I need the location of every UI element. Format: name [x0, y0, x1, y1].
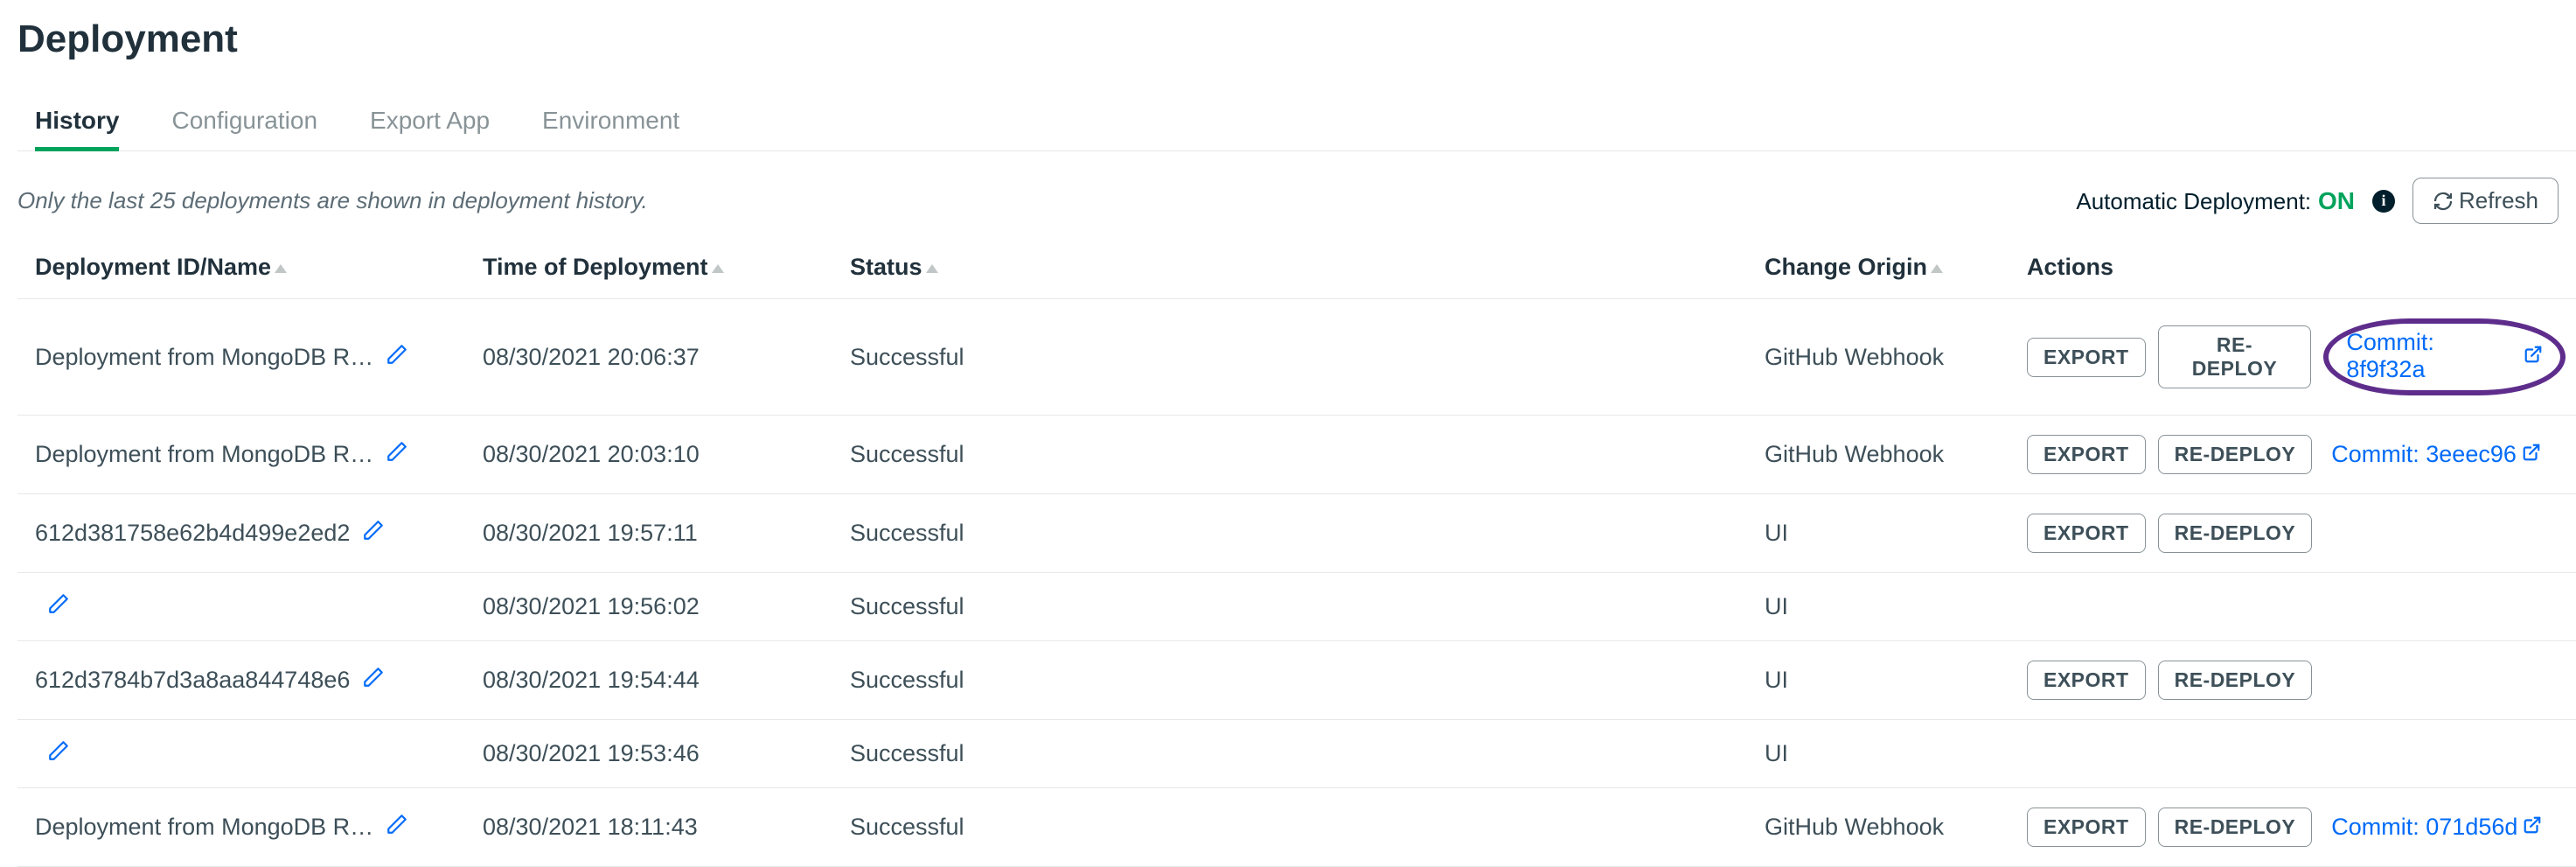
- export-button[interactable]: EXPORT: [2027, 338, 2146, 377]
- deployment-id: Deployment from MongoDB R…: [35, 344, 373, 371]
- deployment-time: 08/30/2021 19:56:02: [472, 573, 839, 641]
- deployment-time: 08/30/2021 19:57:11: [472, 494, 839, 573]
- external-link-icon: [2522, 441, 2541, 468]
- auto-deploy-status: ON: [2318, 187, 2355, 214]
- deployment-status: Successful: [839, 641, 1754, 720]
- export-button[interactable]: EXPORT: [2027, 514, 2146, 553]
- external-link-icon: [2524, 343, 2543, 370]
- deployment-status: Successful: [839, 573, 1754, 641]
- table-row: 612d3784b7d3a8aa844748e6 08/30/2021 19:54…: [17, 641, 2576, 720]
- deployment-time: 08/30/2021 18:11:43: [472, 788, 839, 867]
- edit-name-icon[interactable]: [362, 519, 385, 548]
- deployment-time: 08/30/2021 19:53:46: [472, 720, 839, 788]
- refresh-button[interactable]: Refresh: [2412, 178, 2559, 224]
- edit-name-icon[interactable]: [362, 666, 385, 695]
- redeploy-button[interactable]: RE-DEPLOY: [2158, 514, 2313, 553]
- history-hint: Only the last 25 deployments are shown i…: [17, 187, 648, 214]
- edit-name-icon[interactable]: [47, 592, 70, 621]
- change-origin: UI: [1754, 641, 2016, 720]
- commit-label: Commit: 3eeec96: [2331, 441, 2517, 468]
- commit-label: Commit: 071d56d: [2331, 814, 2517, 841]
- sort-icon: [275, 264, 287, 273]
- export-button[interactable]: EXPORT: [2027, 808, 2146, 847]
- col-header-actions: Actions: [2016, 241, 2576, 299]
- header-right: Automatic Deployment: ON i Refresh: [2076, 178, 2559, 224]
- col-header-time[interactable]: Time of Deployment: [472, 241, 839, 299]
- col-header-time-label: Time of Deployment: [483, 254, 708, 280]
- col-header-id-label: Deployment ID/Name: [35, 254, 271, 280]
- change-origin: UI: [1754, 720, 2016, 788]
- change-origin: UI: [1754, 494, 2016, 573]
- change-origin: GitHub Webhook: [1754, 416, 2016, 494]
- change-origin: GitHub Webhook: [1754, 788, 2016, 867]
- redeploy-button[interactable]: RE-DEPLOY: [2158, 808, 2313, 847]
- commit-label: Commit: 8f9f32a: [2346, 329, 2518, 383]
- refresh-label: Refresh: [2459, 187, 2538, 214]
- external-link-icon: [2523, 814, 2542, 841]
- deployment-status: Successful: [839, 494, 1754, 573]
- edit-name-icon[interactable]: [47, 739, 70, 768]
- redeploy-button[interactable]: RE-DEPLOY: [2158, 435, 2313, 474]
- col-header-origin-label: Change Origin: [1765, 254, 1927, 280]
- col-header-status[interactable]: Status: [839, 241, 1754, 299]
- commit-link[interactable]: Commit: 3eeec96: [2324, 437, 2548, 472]
- tab-environment[interactable]: Environment: [542, 96, 679, 150]
- tab-configuration[interactable]: Configuration: [171, 96, 317, 150]
- export-button[interactable]: EXPORT: [2027, 661, 2146, 700]
- deployment-status: Successful: [839, 416, 1754, 494]
- redeploy-button[interactable]: RE-DEPLOY: [2158, 661, 2313, 700]
- sort-icon: [712, 264, 724, 273]
- table-row: Deployment from MongoDB R… 08/30/2021 20:…: [17, 299, 2576, 416]
- col-header-id[interactable]: Deployment ID/Name: [17, 241, 472, 299]
- col-header-status-label: Status: [850, 254, 922, 280]
- table-row: Deployment from MongoDB R… 08/30/2021 20:…: [17, 416, 2576, 494]
- sort-icon: [926, 264, 938, 273]
- change-origin: GitHub Webhook: [1754, 299, 2016, 416]
- deployment-id: 612d3784b7d3a8aa844748e6: [35, 667, 350, 694]
- deployment-time: 08/30/2021 20:06:37: [472, 299, 839, 416]
- edit-name-icon[interactable]: [386, 440, 408, 469]
- auto-deploy-label: Automatic Deployment:: [2076, 188, 2311, 214]
- tab-export-app[interactable]: Export App: [370, 96, 490, 150]
- change-origin: UI: [1754, 573, 2016, 641]
- table-row: Deployment from MongoDB R… 08/30/2021 18:…: [17, 788, 2576, 867]
- commit-link[interactable]: Commit: 071d56d: [2324, 810, 2549, 844]
- sort-icon: [1931, 264, 1943, 273]
- export-button[interactable]: EXPORT: [2027, 435, 2146, 474]
- deployment-id: Deployment from MongoDB R…: [35, 814, 373, 841]
- page-title: Deployment: [17, 17, 2576, 61]
- tab-history[interactable]: History: [35, 96, 119, 150]
- redeploy-button[interactable]: RE-DEPLOY: [2158, 325, 2312, 388]
- commit-link[interactable]: Commit: 8f9f32a: [2323, 318, 2566, 395]
- table-header-row: Deployment ID/Name Time of Deployment St…: [17, 241, 2576, 299]
- refresh-icon: [2433, 191, 2454, 212]
- table-row: 612d381758e62b4d499e2ed2 08/30/2021 19:57…: [17, 494, 2576, 573]
- table-row: 08/30/2021 19:53:46SuccessfulUI: [17, 720, 2576, 788]
- tabs-bar: History Configuration Export App Environmen…: [17, 96, 2576, 151]
- col-header-actions-label: Actions: [2027, 254, 2113, 280]
- deployment-status: Successful: [839, 720, 1754, 788]
- auto-deploy-block: Automatic Deployment: ON: [2076, 187, 2355, 215]
- col-header-origin[interactable]: Change Origin: [1754, 241, 2016, 299]
- table-row: 08/30/2021 19:56:02SuccessfulUI: [17, 573, 2576, 641]
- deployment-id: 612d381758e62b4d499e2ed2: [35, 520, 350, 547]
- deployment-time: 08/30/2021 19:54:44: [472, 641, 839, 720]
- deployment-id: Deployment from MongoDB R…: [35, 441, 373, 468]
- deployment-status: Successful: [839, 788, 1754, 867]
- deployments-table: Deployment ID/Name Time of Deployment St…: [17, 241, 2576, 867]
- deployment-time: 08/30/2021 20:03:10: [472, 416, 839, 494]
- subheader: Only the last 25 deployments are shown i…: [17, 151, 2576, 241]
- edit-name-icon[interactable]: [386, 343, 408, 372]
- edit-name-icon[interactable]: [386, 813, 408, 842]
- deployment-status: Successful: [839, 299, 1754, 416]
- info-icon[interactable]: i: [2372, 190, 2395, 213]
